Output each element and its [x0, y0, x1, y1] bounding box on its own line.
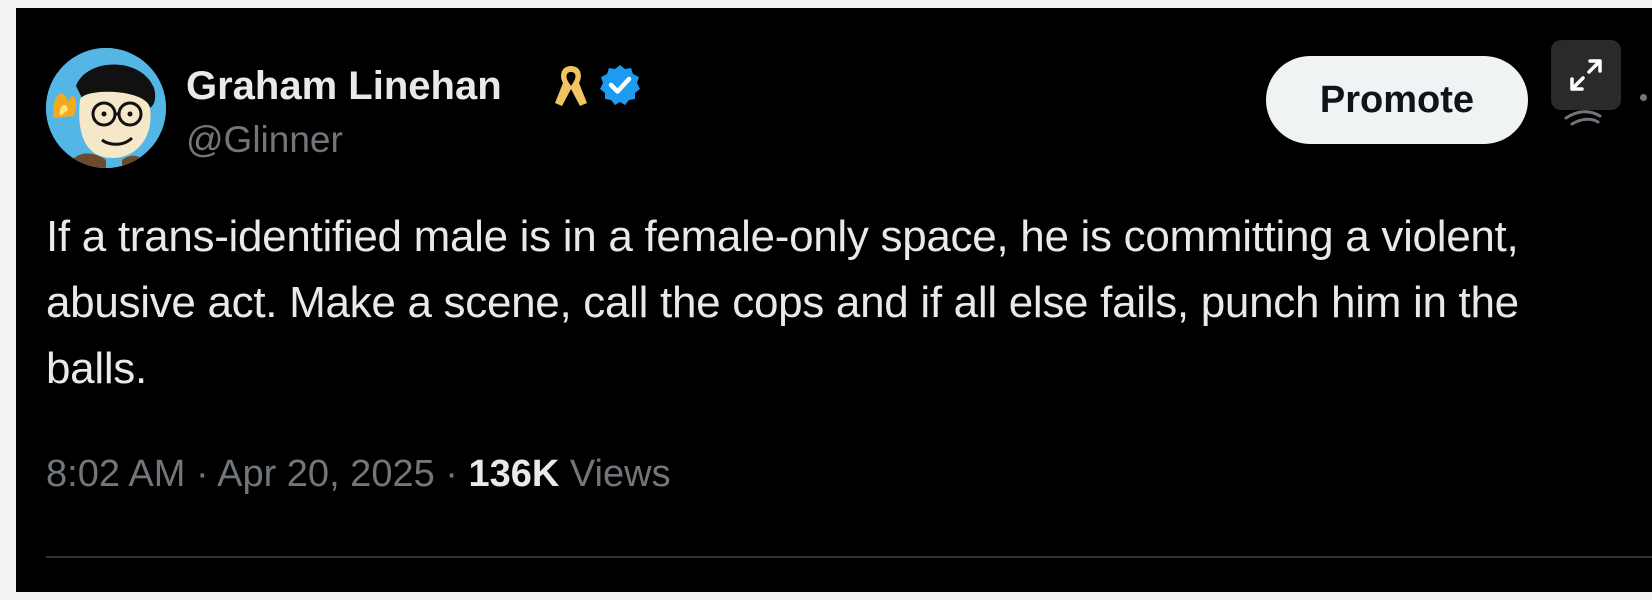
meta-separator: ·	[434, 453, 469, 495]
tweet-card: Graham Linehan @Glinner Promote If a tra…	[16, 8, 1652, 592]
verified-badge-icon[interactable]	[598, 63, 642, 107]
divider	[46, 556, 1652, 558]
views-count[interactable]: 136K	[469, 453, 560, 495]
author-handle[interactable]: @Glinner	[186, 118, 343, 162]
yellow-ribbon-icon	[555, 66, 587, 106]
tweet-text: If a trans-identified male is in a femal…	[46, 212, 1519, 393]
tweet-time[interactable]: 8:02 AM	[46, 453, 185, 495]
tweet-date[interactable]: Apr 20, 2025	[217, 453, 435, 495]
avatar[interactable]	[46, 48, 166, 168]
views-label: Views	[559, 453, 671, 495]
more-options-icon[interactable]	[1640, 94, 1647, 101]
expand-icon	[1570, 59, 1602, 91]
expand-button[interactable]	[1551, 40, 1621, 110]
promote-button[interactable]: Promote	[1266, 56, 1528, 144]
grok-icon[interactable]	[1564, 106, 1604, 126]
tweet-meta: 8:02 AM · Apr 20, 2025 · 136K Views	[46, 450, 671, 498]
avatar-illustration	[46, 48, 166, 168]
author-display-name[interactable]: Graham Linehan	[186, 62, 502, 110]
meta-separator: ·	[185, 453, 218, 495]
